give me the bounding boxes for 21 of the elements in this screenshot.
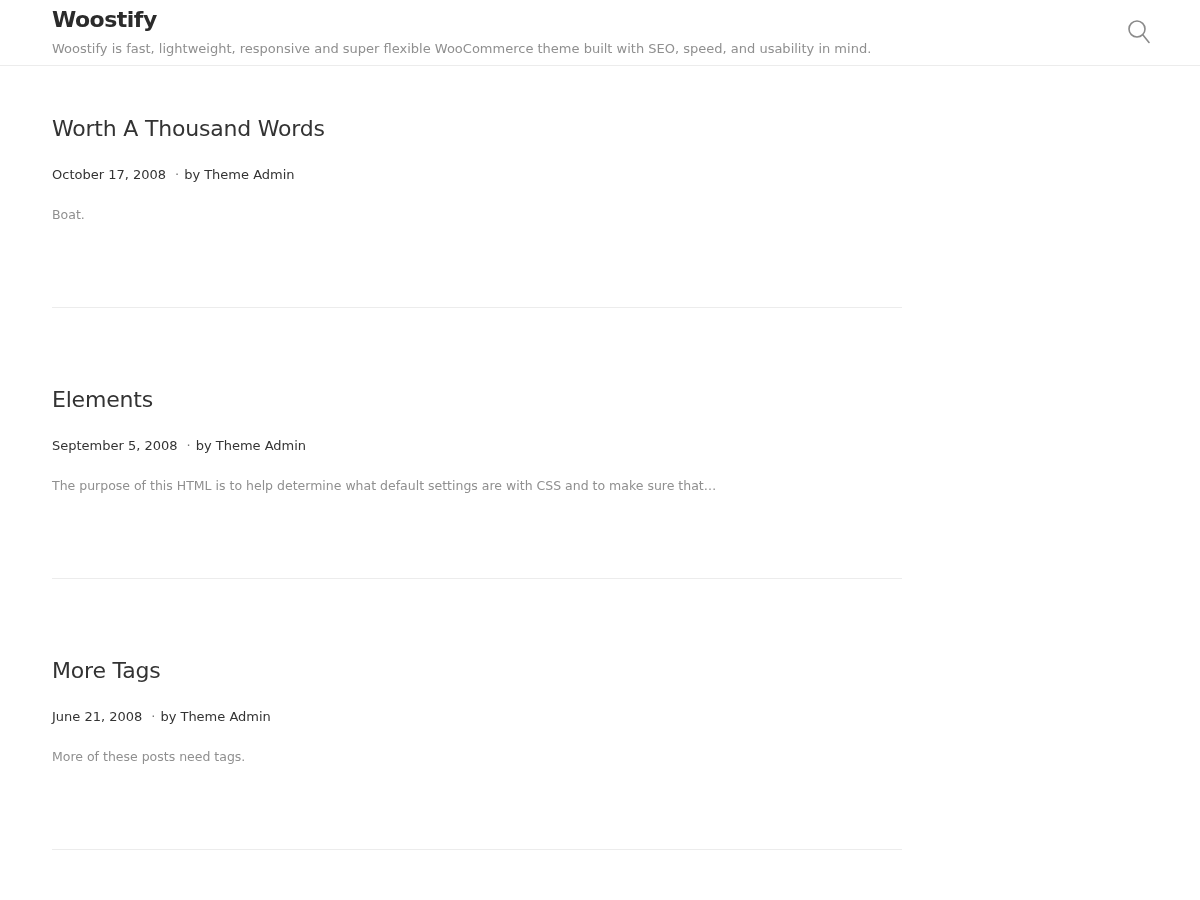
meta-separator: ·: [151, 708, 156, 726]
post-date-link[interactable]: October 17, 2008: [52, 165, 167, 185]
post-excerpt: Boat.: [52, 206, 85, 224]
byline-text: by: [184, 166, 201, 184]
post-date-link[interactable]: September 5, 2008: [52, 436, 178, 456]
meta-separator: ·: [186, 437, 191, 455]
author-link[interactable]: Theme Admin: [180, 707, 271, 727]
meta-separator: ·: [175, 166, 180, 184]
author-link[interactable]: Theme Admin: [204, 165, 295, 185]
post-date-link[interactable]: June 21, 2008: [52, 707, 143, 727]
post-excerpt: The purpose of this HTML is to help determine what default settings are with CSS and to make sure that…: [52, 477, 717, 495]
author-link[interactable]: Theme Admin: [215, 436, 307, 456]
site-tagline: Woostify is fast, lightweight, responsive and super flexible WooCommerce theme built with SEO, speed, and usability in mind.: [52, 40, 872, 58]
byline-text: by: [160, 708, 177, 726]
site-title-link[interactable]: Woostify: [52, 5, 157, 35]
post-title-link[interactable]: Worth A Thousand Words: [52, 111, 325, 147]
post-title-link[interactable]: Elements: [52, 382, 153, 418]
post-title-link[interactable]: More Tags: [52, 653, 161, 689]
post-excerpt: More of these posts need tags.: [52, 748, 246, 766]
byline-text: by: [195, 437, 212, 455]
search-icon[interactable]: [1128, 20, 1150, 44]
